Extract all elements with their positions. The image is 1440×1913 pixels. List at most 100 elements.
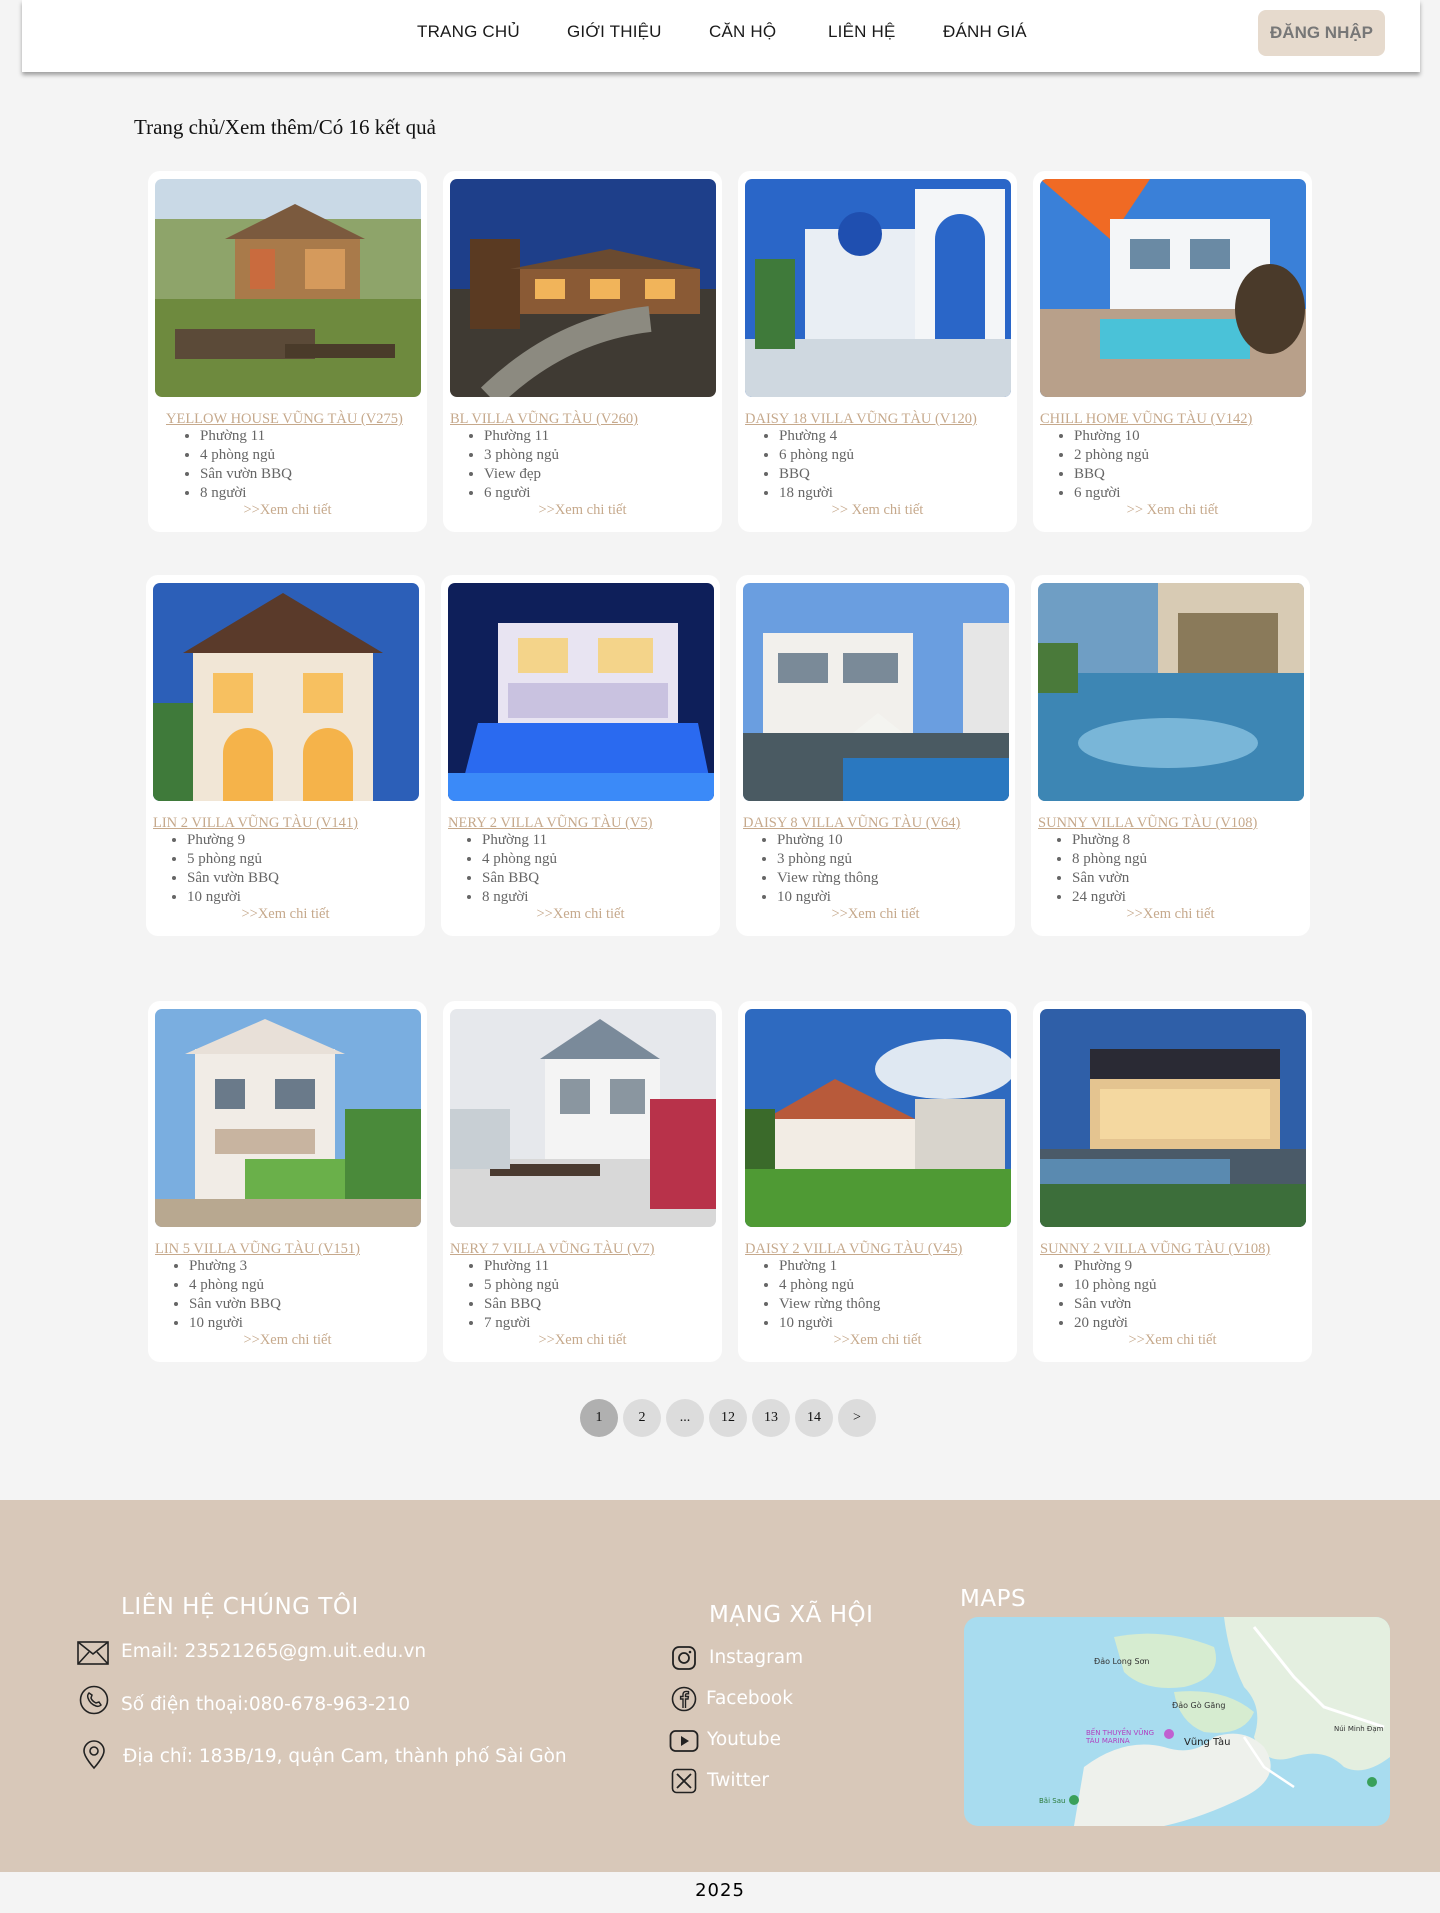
social-instagram[interactable]: Instagram [709, 1647, 803, 1668]
instagram-icon[interactable] [671, 1645, 697, 1676]
view-details-link[interactable]: >> Xem chi tiết [738, 502, 1017, 519]
feature-ward: Phường 11 [484, 1257, 559, 1276]
feature-bedrooms: 4 phòng ngủ [200, 446, 292, 465]
listing-card[interactable]: DAISY 8 VILLA VŨNG TÀU (V64) Phường 10 3… [736, 575, 1015, 936]
feature-capacity: 24 người [1072, 888, 1147, 907]
listing-features: Phường 11 3 phòng ngủ View đẹp 6 người [466, 427, 559, 503]
listing-title[interactable]: SUNNY 2 VILLA VŨNG TÀU (V108) [1040, 1241, 1270, 1258]
listing-card[interactable]: SUNNY VILLA VŨNG TÀU (V108) Phường 8 8 p… [1031, 575, 1310, 936]
page-13-button[interactable]: 13 [752, 1399, 790, 1437]
listing-card[interactable]: NERY 2 VILLA VŨNG TÀU (V5) Phường 11 4 p… [441, 575, 720, 936]
listing-title[interactable]: DAISY 18 VILLA VŨNG TÀU (V120) [745, 411, 977, 428]
page-ellipsis[interactable]: ... [666, 1399, 704, 1437]
listing-features: Phường 8 8 phòng ngủ Sân vườn 24 người [1054, 831, 1147, 907]
view-details-link[interactable]: >>Xem chi tiết [148, 1332, 427, 1349]
feature-capacity: 10 người [777, 888, 878, 907]
listing-card[interactable]: DAISY 18 VILLA VŨNG TÀU (V120) Phường 4 … [738, 171, 1017, 532]
map-embed[interactable]: Đảo Long Sơn Đảo Gò Găng Vũng Tàu BẾN TH… [964, 1617, 1390, 1826]
feature-capacity: 10 người [187, 888, 279, 907]
phone-icon [79, 1685, 109, 1720]
feature-ward: Phường 1 [779, 1257, 880, 1276]
contact-email[interactable]: Email: 23521265@gm.uit.edu.vn [121, 1641, 426, 1662]
social-twitter[interactable]: Twitter [707, 1770, 769, 1791]
listing-title[interactable]: DAISY 8 VILLA VŨNG TÀU (V64) [743, 815, 960, 832]
feature-ward: Phường 11 [482, 831, 557, 850]
feature-amenity: Sân vườn [1074, 1295, 1157, 1314]
listing-title[interactable]: LIN 2 VILLA VŨNG TÀU (V141) [153, 815, 358, 832]
map-label: Đảo Long Sơn [1094, 1657, 1150, 1666]
listing-title[interactable]: DAISY 2 VILLA VŨNG TÀU (V45) [745, 1241, 962, 1258]
feature-capacity: 18 người [779, 484, 854, 503]
next-page-button[interactable]: > [838, 1399, 876, 1437]
listing-card[interactable]: LIN 2 VILLA VŨNG TÀU (V141) Phường 9 5 p… [146, 575, 425, 936]
pagination: 1 2 ... 12 13 14 > [580, 1399, 876, 1437]
listing-photo[interactable] [153, 583, 419, 801]
nav-contact[interactable]: LIÊN HỆ [828, 22, 896, 42]
login-button[interactable]: ĐĂNG NHẬP [1258, 10, 1385, 56]
listing-title[interactable]: SUNNY VILLA VŨNG TÀU (V108) [1038, 815, 1257, 832]
view-details-link[interactable]: >>Xem chi tiết [148, 502, 427, 519]
view-details-link[interactable]: >>Xem chi tiết [738, 1332, 1017, 1349]
listing-photo[interactable] [743, 583, 1009, 801]
listing-photo[interactable] [745, 1009, 1011, 1227]
page-12-button[interactable]: 12 [709, 1399, 747, 1437]
listing-card[interactable]: CHILL HOME VŨNG TÀU (V142) Phường 10 2 p… [1033, 171, 1312, 532]
youtube-icon[interactable] [669, 1729, 699, 1758]
listing-title[interactable]: NERY 7 VILLA VŨNG TÀU (V7) [450, 1241, 654, 1258]
listing-photo[interactable] [1040, 1009, 1306, 1227]
view-details-link[interactable]: >>Xem chi tiết [441, 906, 720, 923]
listing-title[interactable]: YELLOW HOUSE VŨNG TÀU (V275) [166, 411, 403, 428]
listing-card[interactable]: BL VILLA VŨNG TÀU (V260) Phường 11 3 phò… [443, 171, 722, 532]
listing-title[interactable]: LIN 5 VILLA VŨNG TÀU (V151) [155, 1241, 360, 1258]
feature-capacity: 10 người [779, 1314, 880, 1333]
contact-phone[interactable]: Số điện thoại:080-678-963-210 [121, 1694, 410, 1715]
feature-bedrooms: 5 phòng ngủ [187, 850, 279, 869]
listing-features: Phường 4 6 phòng ngủ BBQ 18 người [761, 427, 854, 503]
top-navbar: TRANG CHỦ GIỚI THIỆU CĂN HỘ LIÊN HỆ ĐÁNH… [22, 0, 1420, 72]
listing-photo[interactable] [1038, 583, 1304, 801]
view-details-link[interactable]: >>Xem chi tiết [443, 1332, 722, 1349]
listing-card[interactable]: YELLOW HOUSE VŨNG TÀU (V275) Phường 11 4… [148, 171, 427, 532]
feature-bedrooms: 4 phòng ngủ [779, 1276, 880, 1295]
feature-amenity: Sân vườn [1072, 869, 1147, 888]
listing-card[interactable]: LIN 5 VILLA VŨNG TÀU (V151) Phường 3 4 p… [148, 1001, 427, 1362]
nav-about[interactable]: GIỚI THIỆU [567, 22, 662, 42]
listing-photo[interactable] [450, 179, 716, 397]
nav-apartments[interactable]: CĂN HỘ [709, 22, 776, 42]
page-14-button[interactable]: 14 [795, 1399, 833, 1437]
facebook-icon[interactable] [671, 1686, 697, 1717]
view-details-link[interactable]: >>Xem chi tiết [146, 906, 425, 923]
view-details-link[interactable]: >>Xem chi tiết [736, 906, 1015, 923]
view-details-link[interactable]: >>Xem chi tiết [443, 502, 722, 519]
listing-photo[interactable] [1040, 179, 1306, 397]
listing-photo[interactable] [448, 583, 714, 801]
nav-home[interactable]: TRANG CHỦ [417, 22, 520, 42]
listing-card[interactable]: NERY 7 VILLA VŨNG TÀU (V7) Phường 11 5 p… [443, 1001, 722, 1362]
view-details-link[interactable]: >>Xem chi tiết [1031, 906, 1310, 923]
view-details-link[interactable]: >>Xem chi tiết [1033, 1332, 1312, 1349]
feature-ward: Phường 10 [777, 831, 878, 850]
listing-title[interactable]: NERY 2 VILLA VŨNG TÀU (V5) [448, 815, 652, 832]
twitter-x-icon[interactable] [671, 1768, 697, 1799]
nav-reviews[interactable]: ĐÁNH GIÁ [943, 22, 1027, 42]
page-2-button[interactable]: 2 [623, 1399, 661, 1437]
social-facebook[interactable]: Facebook [706, 1688, 793, 1709]
feature-bedrooms: 10 phòng ngủ [1074, 1276, 1157, 1295]
view-details-link[interactable]: >> Xem chi tiết [1033, 502, 1312, 519]
feature-amenity: View đẹp [484, 465, 559, 484]
feature-ward: Phường 9 [1074, 1257, 1157, 1276]
listing-title[interactable]: CHILL HOME VŨNG TÀU (V142) [1040, 411, 1252, 428]
listing-photo[interactable] [155, 179, 421, 397]
listing-photo[interactable] [450, 1009, 716, 1227]
contact-heading: LIÊN HỆ CHÚNG TÔI [121, 1594, 359, 1620]
feature-capacity: 6 người [484, 484, 559, 503]
listing-card[interactable]: DAISY 2 VILLA VŨNG TÀU (V45) Phường 1 4 … [738, 1001, 1017, 1362]
listing-title[interactable]: BL VILLA VŨNG TÀU (V260) [450, 411, 638, 428]
listing-photo[interactable] [155, 1009, 421, 1227]
feature-bedrooms: 4 phòng ngủ [189, 1276, 281, 1295]
map-label: BẾN THUYỀN VŨNG TÀU MARINA [1086, 1729, 1155, 1745]
listing-photo[interactable] [745, 179, 1011, 397]
page-1-button[interactable]: 1 [580, 1399, 618, 1437]
social-youtube[interactable]: Youtube [707, 1729, 781, 1750]
listing-card[interactable]: SUNNY 2 VILLA VŨNG TÀU (V108) Phường 9 1… [1033, 1001, 1312, 1362]
